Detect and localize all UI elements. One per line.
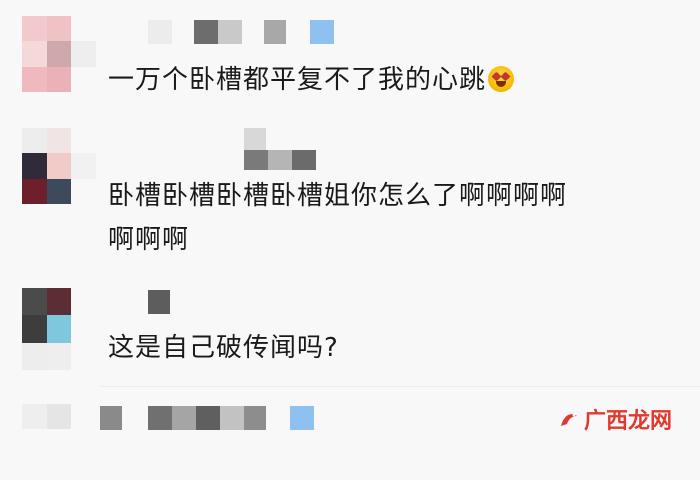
- comment-item: 卧槽卧槽卧槽卧槽姐你怎么了啊啊啊啊 啊啊啊: [0, 120, 700, 280]
- comment-text: 一万个卧槽都平复不了我的心跳: [108, 58, 660, 102]
- comment-item: 这是自己破传闻吗?: [0, 280, 700, 390]
- comment-text-content: 这是自己破传闻吗?: [108, 333, 339, 363]
- comment-text-line: 啊啊啊: [108, 225, 190, 255]
- dragon-logo-icon: [560, 413, 577, 426]
- comment-text-content: 一万个卧槽都平复不了我的心跳: [108, 65, 487, 95]
- watermark: 广西龙网: [558, 403, 672, 435]
- comment-text-line: 卧槽卧槽卧槽卧槽姐你怎么了啊啊啊啊: [108, 181, 568, 211]
- username-censored[interactable]: [244, 150, 316, 170]
- username-censored[interactable]: [244, 128, 294, 150]
- star-struck-emoji-icon: [488, 66, 515, 92]
- username-censored[interactable]: [148, 20, 334, 44]
- avatar[interactable]: [22, 288, 96, 370]
- comment-text: 这是自己破传闻吗?: [108, 326, 660, 370]
- avatar[interactable]: [22, 16, 96, 92]
- avatar[interactable]: [22, 128, 96, 204]
- divider: [100, 386, 700, 387]
- comment-item: 一万个卧槽都平复不了我的心跳: [0, 0, 700, 120]
- comment-text: 卧槽卧槽卧槽卧槽姐你怎么了啊啊啊啊 啊啊啊: [108, 174, 660, 262]
- username-censored[interactable]: [100, 406, 314, 430]
- username-censored[interactable]: [148, 290, 170, 314]
- avatar[interactable]: [22, 404, 96, 480]
- watermark-text: 广西龙网: [583, 409, 672, 434]
